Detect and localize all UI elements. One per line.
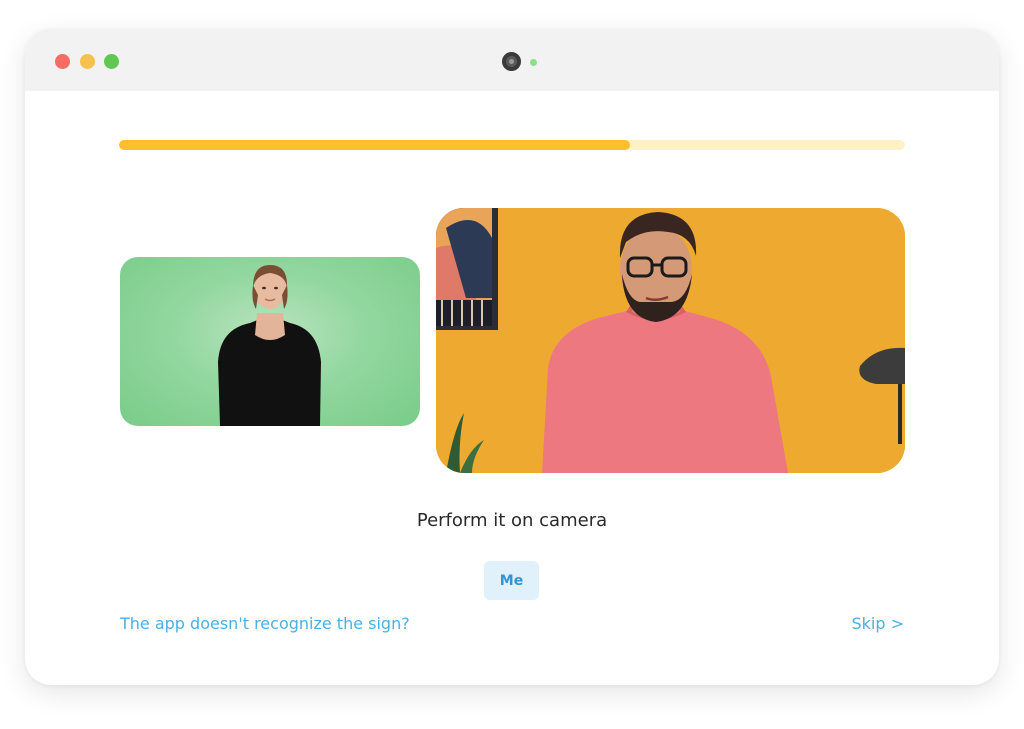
answer-chip-me[interactable]: Me xyxy=(484,561,539,600)
app-window: Perform it on camera Me The app doesn't … xyxy=(25,29,999,685)
lesson-instruction: Perform it on camera xyxy=(416,510,608,531)
camera-feed-illustration xyxy=(436,208,905,473)
camera-feed[interactable] xyxy=(436,208,905,473)
sign-demo-video[interactable] xyxy=(120,257,420,426)
sign-not-recognized-link[interactable]: The app doesn't recognize the sign? xyxy=(120,614,410,633)
skip-button[interactable]: Skip > xyxy=(851,614,904,633)
camera-active-indicator xyxy=(530,59,537,66)
lesson-progress-fill xyxy=(119,140,630,150)
maximize-window-button[interactable] xyxy=(104,54,119,69)
title-bar xyxy=(25,29,999,91)
signer-illustration xyxy=(218,265,321,426)
close-window-button[interactable] xyxy=(55,54,70,69)
webcam-icon xyxy=(502,52,521,71)
lesson-progress-bar xyxy=(119,140,905,150)
minimize-window-button[interactable] xyxy=(80,54,95,69)
